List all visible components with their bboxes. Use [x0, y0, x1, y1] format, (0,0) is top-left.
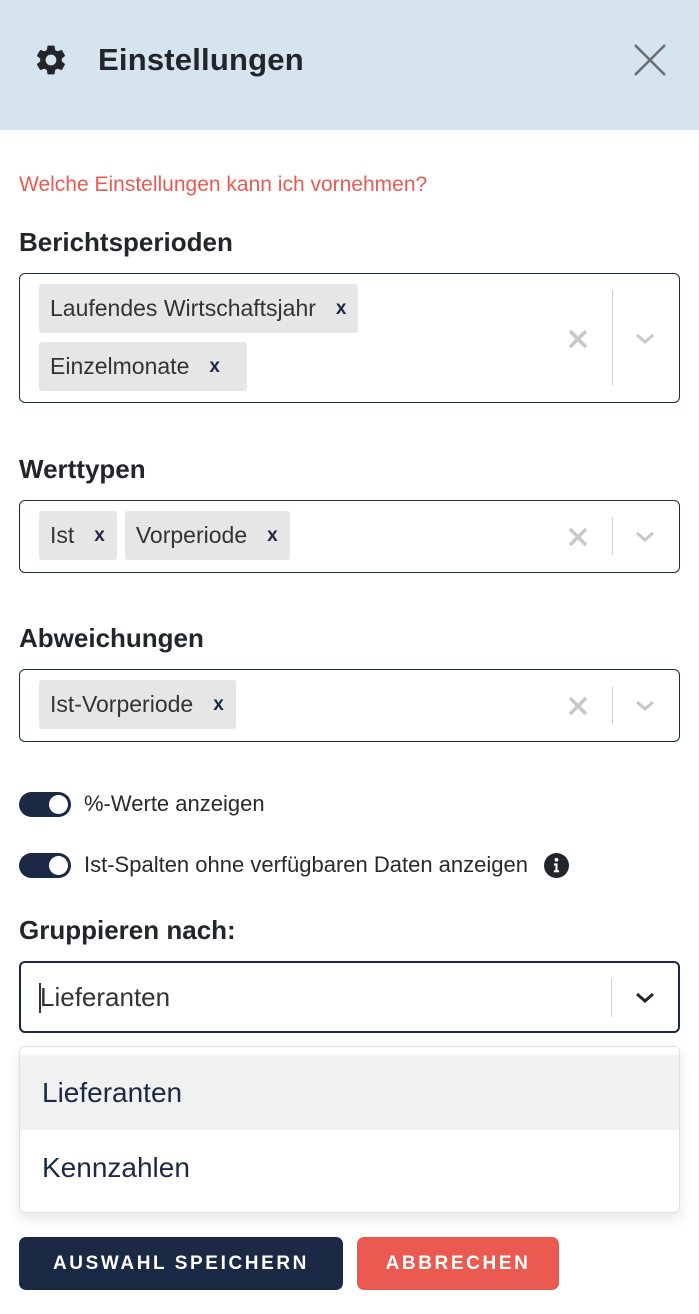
separator [612, 517, 613, 555]
close-icon[interactable] [630, 40, 670, 80]
separator [611, 979, 612, 1017]
chevron-down-icon[interactable] [633, 327, 657, 351]
save-button[interactable]: AUSWAHL SPEICHERN [19, 1237, 343, 1290]
clear-all-icon[interactable] [565, 524, 591, 550]
chevron-down-icon[interactable] [633, 694, 657, 718]
help-link[interactable]: Welche Einstellungen kann ich vornehmen? [19, 172, 427, 198]
separator [612, 290, 613, 386]
separator [612, 686, 613, 724]
chip: Einzelmonate x [39, 342, 247, 391]
clear-all-icon[interactable] [565, 693, 591, 719]
werttypen-label: Werttypen [19, 454, 146, 484]
modal-title: Einstellungen [98, 42, 304, 77]
abweichungen-chips: Ist-Vorperiode x [39, 680, 549, 729]
group-by-menu: Lieferanten Kennzahlen [19, 1046, 680, 1213]
abweichungen-select[interactable]: Ist-Vorperiode x [19, 669, 680, 742]
berichtsperioden-label: Berichtsperioden [19, 227, 233, 257]
chip: Laufendes Wirtschaftsjahr x [39, 284, 359, 333]
info-icon[interactable] [543, 852, 569, 878]
group-by-select[interactable]: Lieferanten [19, 961, 680, 1033]
menu-option-lieferanten[interactable]: Lieferanten [20, 1055, 679, 1130]
toggle-label: %-Werte anzeigen [84, 791, 265, 816]
chip-label: Vorperiode [135, 522, 248, 548]
menu-option-kennzahlen[interactable]: Kennzahlen [20, 1130, 679, 1205]
chip: Ist-Vorperiode x [39, 680, 236, 729]
clear-all-icon[interactable] [565, 326, 591, 352]
chip-label: Laufendes Wirtschaftsjahr [50, 295, 316, 321]
chip-remove-icon[interactable]: x [94, 526, 105, 545]
group-by-value[interactable]: Lieferanten [40, 981, 170, 1013]
cancel-button[interactable]: ABBRECHEN [357, 1237, 559, 1290]
chevron-down-icon[interactable] [633, 986, 657, 1010]
toggle-row-empty-columns: Ist-Spalten ohne verfügbaren Daten anzei… [19, 852, 569, 878]
gear-icon [36, 45, 66, 75]
chip: Ist x [39, 511, 117, 560]
werttypen-chips: Ist x Vorperiode x [39, 511, 549, 560]
chip-remove-icon[interactable]: x [267, 526, 278, 545]
percent-values-toggle[interactable] [19, 791, 71, 817]
modal-header: Einstellungen [0, 0, 699, 130]
chip-remove-icon[interactable]: x [213, 695, 224, 714]
chip-label: Einzelmonate [50, 353, 190, 379]
chip-label: Ist [50, 522, 75, 548]
berichtsperioden-select[interactable]: Laufendes Wirtschaftsjahr x Einzelmonate… [19, 273, 680, 403]
group-by-label: Gruppieren nach: [19, 915, 236, 945]
berichtsperioden-chips: Laufendes Wirtschaftsjahr x Einzelmonate… [39, 284, 549, 391]
empty-columns-toggle[interactable] [19, 852, 71, 878]
chip-remove-icon[interactable]: x [209, 357, 220, 376]
chevron-down-icon[interactable] [633, 525, 657, 549]
toggle-knob [49, 855, 68, 875]
werttypen-select[interactable]: Ist x Vorperiode x [19, 500, 680, 573]
chip: Vorperiode x [124, 511, 290, 560]
chip-label: Ist-Vorperiode [50, 691, 194, 717]
toggle-label: Ist-Spalten ohne verfügbaren Daten anzei… [84, 852, 528, 877]
chip-remove-icon[interactable]: x [336, 299, 347, 318]
toggle-row-percent: %-Werte anzeigen [19, 791, 265, 817]
toggle-knob [49, 794, 68, 814]
abweichungen-label: Abweichungen [19, 623, 204, 653]
